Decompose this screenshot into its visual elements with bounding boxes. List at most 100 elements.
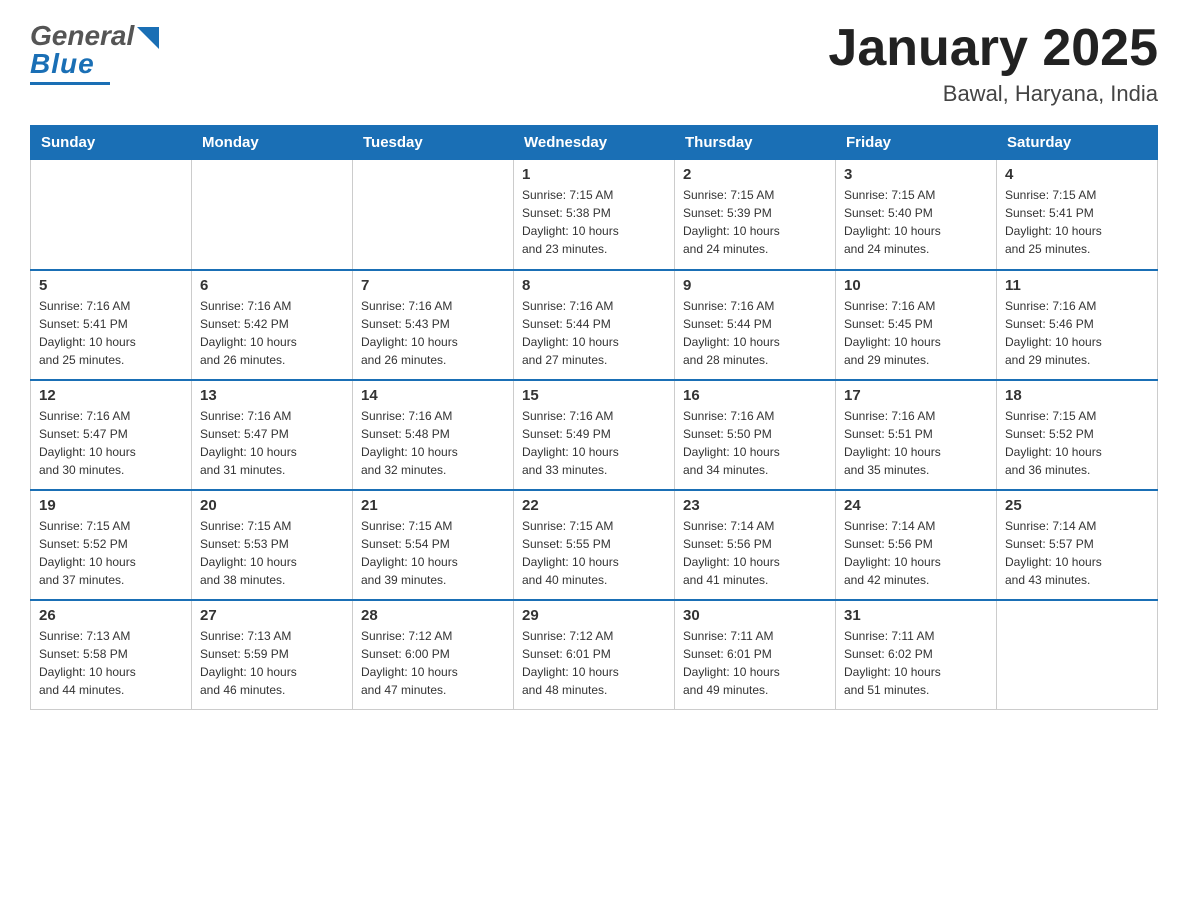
calendar-cell: 21 Sunrise: 7:15 AM Sunset: 5:54 PM Dayli… [353,490,514,600]
calendar-cell: 25Sunrise: 7:14 AM Sunset: 5:57 PM Dayli… [997,490,1158,600]
day-info: Sunrise: 7:15 AM Sunset: 5:52 PM Dayligh… [1005,407,1149,479]
calendar-table: SundayMondayTuesdayWednesdayThursdayFrid… [30,125,1158,710]
calendar-cell: 7 Sunrise: 7:16 AM Sunset: 5:43 PM Daylig… [353,270,514,380]
day-info: Sunrise: 7:16 AM Sunset: 5:43 PM Dayligh… [361,297,505,369]
day-number: 10 [844,277,988,294]
day-number: 12 [39,387,183,404]
day-info: Sunrise: 7:13 AM Sunset: 5:58 PM Dayligh… [39,627,183,699]
day-number: 15 [522,387,666,404]
day-number: 5 [39,277,183,294]
day-number: 8 [522,277,666,294]
day-number: 16 [683,387,827,404]
calendar-cell: 24Sunrise: 7:14 AM Sunset: 5:56 PM Dayli… [836,490,997,600]
day-info: Sunrise: 7:15 AM Sunset: 5:55 PM Dayligh… [522,517,666,589]
day-number: 21 [361,497,505,514]
day-info: Sunrise: 7:16 AM Sunset: 5:50 PM Dayligh… [683,407,827,479]
calendar-week-row: 26 Sunrise: 7:13 AM Sunset: 5:58 PM Dayli… [31,600,1158,710]
day-info: Sunrise: 7:16 AM Sunset: 5:44 PM Dayligh… [522,297,666,369]
calendar-cell: 22 Sunrise: 7:15 AM Sunset: 5:55 PM Dayli… [514,490,675,600]
day-number: 26 [39,607,183,624]
calendar-cell: 27Sunrise: 7:13 AM Sunset: 5:59 PM Dayli… [192,600,353,710]
calendar-cell: 19 Sunrise: 7:15 AM Sunset: 5:52 PM Dayli… [31,490,192,600]
calendar-cell: 18 Sunrise: 7:15 AM Sunset: 5:52 PM Dayli… [997,380,1158,490]
calendar-cell: 30 Sunrise: 7:11 AM Sunset: 6:01 PM Dayli… [675,600,836,710]
day-info: Sunrise: 7:11 AM Sunset: 6:01 PM Dayligh… [683,627,827,699]
day-info: Sunrise: 7:15 AM Sunset: 5:39 PM Dayligh… [683,186,827,258]
calendar-header-row: SundayMondayTuesdayWednesdayThursdayFrid… [31,126,1158,160]
day-info: Sunrise: 7:16 AM Sunset: 5:41 PM Dayligh… [39,297,183,369]
calendar-cell [31,160,192,270]
day-number: 30 [683,607,827,624]
calendar-cell: 29 Sunrise: 7:12 AM Sunset: 6:01 PM Dayli… [514,600,675,710]
day-number: 11 [1005,277,1149,294]
calendar-cell: 12 Sunrise: 7:16 AM Sunset: 5:47 PM Dayli… [31,380,192,490]
month-year-title: January 2025 [828,20,1158,77]
col-header-tuesday: Tuesday [353,126,514,160]
day-number: 29 [522,607,666,624]
col-header-friday: Friday [836,126,997,160]
day-number: 22 [522,497,666,514]
calendar-cell: 1 Sunrise: 7:15 AM Sunset: 5:38 PM Daylig… [514,160,675,270]
day-info: Sunrise: 7:12 AM Sunset: 6:00 PM Dayligh… [361,627,505,699]
title-block: January 2025 Bawal, Haryana, India [828,20,1158,107]
calendar-cell: 2 Sunrise: 7:15 AM Sunset: 5:39 PM Daylig… [675,160,836,270]
col-header-sunday: Sunday [31,126,192,160]
calendar-cell: 31 Sunrise: 7:11 AM Sunset: 6:02 PM Dayli… [836,600,997,710]
day-number: 31 [844,607,988,624]
day-info: Sunrise: 7:13 AM Sunset: 5:59 PM Dayligh… [200,627,344,699]
day-info: Sunrise: 7:16 AM Sunset: 5:48 PM Dayligh… [361,407,505,479]
calendar-cell: 9Sunrise: 7:16 AM Sunset: 5:44 PM Daylig… [675,270,836,380]
day-info: Sunrise: 7:15 AM Sunset: 5:53 PM Dayligh… [200,517,344,589]
day-info: Sunrise: 7:16 AM Sunset: 5:42 PM Dayligh… [200,297,344,369]
calendar-cell [353,160,514,270]
day-info: Sunrise: 7:16 AM Sunset: 5:47 PM Dayligh… [39,407,183,479]
calendar-week-row: 1 Sunrise: 7:15 AM Sunset: 5:38 PM Daylig… [31,160,1158,270]
day-info: Sunrise: 7:15 AM Sunset: 5:40 PM Dayligh… [844,186,988,258]
day-number: 2 [683,166,827,183]
day-number: 13 [200,387,344,404]
calendar-cell: 26 Sunrise: 7:13 AM Sunset: 5:58 PM Dayli… [31,600,192,710]
calendar-cell: 16 Sunrise: 7:16 AM Sunset: 5:50 PM Dayli… [675,380,836,490]
day-info: Sunrise: 7:15 AM Sunset: 5:52 PM Dayligh… [39,517,183,589]
col-header-thursday: Thursday [675,126,836,160]
day-info: Sunrise: 7:16 AM Sunset: 5:49 PM Dayligh… [522,407,666,479]
day-number: 17 [844,387,988,404]
day-number: 6 [200,277,344,294]
day-number: 4 [1005,166,1149,183]
day-info: Sunrise: 7:11 AM Sunset: 6:02 PM Dayligh… [844,627,988,699]
calendar-cell: 10Sunrise: 7:16 AM Sunset: 5:45 PM Dayli… [836,270,997,380]
day-number: 20 [200,497,344,514]
calendar-cell: 8 Sunrise: 7:16 AM Sunset: 5:44 PM Daylig… [514,270,675,380]
calendar-cell [997,600,1158,710]
location-subtitle: Bawal, Haryana, India [828,81,1158,107]
day-info: Sunrise: 7:15 AM Sunset: 5:38 PM Dayligh… [522,186,666,258]
col-header-wednesday: Wednesday [514,126,675,160]
calendar-cell: 5 Sunrise: 7:16 AM Sunset: 5:41 PM Daylig… [31,270,192,380]
day-number: 23 [683,497,827,514]
calendar-cell: 23Sunrise: 7:14 AM Sunset: 5:56 PM Dayli… [675,490,836,600]
logo-underline [30,82,110,85]
day-number: 7 [361,277,505,294]
calendar-cell: 20 Sunrise: 7:15 AM Sunset: 5:53 PM Dayli… [192,490,353,600]
day-info: Sunrise: 7:14 AM Sunset: 5:56 PM Dayligh… [844,517,988,589]
col-header-monday: Monday [192,126,353,160]
calendar-cell: 15 Sunrise: 7:16 AM Sunset: 5:49 PM Dayli… [514,380,675,490]
calendar-cell: 17 Sunrise: 7:16 AM Sunset: 5:51 PM Dayli… [836,380,997,490]
calendar-cell: 4 Sunrise: 7:15 AM Sunset: 5:41 PM Daylig… [997,160,1158,270]
logo-blue-text: Blue [30,48,95,80]
day-info: Sunrise: 7:14 AM Sunset: 5:57 PM Dayligh… [1005,517,1149,589]
day-info: Sunrise: 7:15 AM Sunset: 5:41 PM Dayligh… [1005,186,1149,258]
day-info: Sunrise: 7:16 AM Sunset: 5:46 PM Dayligh… [1005,297,1149,369]
day-info: Sunrise: 7:15 AM Sunset: 5:54 PM Dayligh… [361,517,505,589]
calendar-cell: 28 Sunrise: 7:12 AM Sunset: 6:00 PM Dayli… [353,600,514,710]
day-info: Sunrise: 7:16 AM Sunset: 5:51 PM Dayligh… [844,407,988,479]
day-number: 18 [1005,387,1149,404]
day-info: Sunrise: 7:12 AM Sunset: 6:01 PM Dayligh… [522,627,666,699]
day-info: Sunrise: 7:16 AM Sunset: 5:44 PM Dayligh… [683,297,827,369]
day-number: 28 [361,607,505,624]
calendar-week-row: 12 Sunrise: 7:16 AM Sunset: 5:47 PM Dayli… [31,380,1158,490]
calendar-cell: 3Sunrise: 7:15 AM Sunset: 5:40 PM Daylig… [836,160,997,270]
day-number: 1 [522,166,666,183]
day-number: 19 [39,497,183,514]
day-info: Sunrise: 7:16 AM Sunset: 5:47 PM Dayligh… [200,407,344,479]
